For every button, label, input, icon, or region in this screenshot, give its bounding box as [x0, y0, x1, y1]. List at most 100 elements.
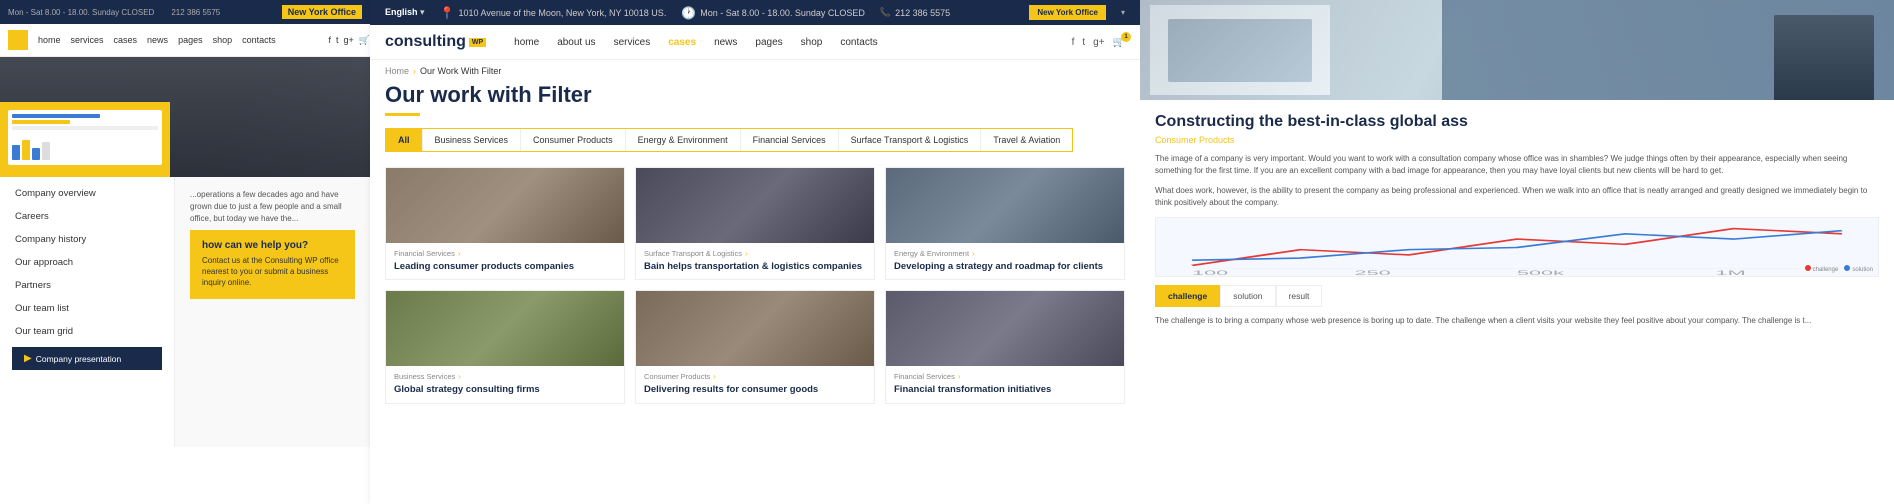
nav-contacts[interactable]: contacts	[840, 37, 877, 48]
svg-text:250: 250	[1355, 270, 1391, 276]
nav-cases[interactable]: cases	[668, 37, 696, 48]
left-sidebar: Company overview Careers Company history…	[0, 177, 370, 447]
sidebar-cta-label: Company presentation	[36, 354, 122, 364]
case-card-5[interactable]: Consumer Products › Delivering results f…	[635, 290, 875, 403]
left-schedule: Mon - Sat 8.00 - 18.00. Sunday CLOSED	[8, 8, 154, 17]
nav-services[interactable]: services	[614, 37, 651, 48]
social-twitter-icon[interactable]: t	[1082, 37, 1085, 48]
filter-business-services[interactable]: Business Services	[423, 129, 522, 151]
sidebar-item-company-history[interactable]: Company history	[0, 228, 174, 251]
case-category-text-4: Business Services	[394, 372, 455, 381]
left-twitter-icon[interactable]: t	[336, 35, 339, 46]
case-category-6: Financial Services ›	[894, 372, 1116, 381]
phone-info: 📞 212 386 5575	[880, 7, 950, 18]
schedule-info: 🕐 Mon - Sat 8.00 - 18.00. Sunday CLOSED	[681, 6, 865, 20]
left-office-button[interactable]: New York Office	[282, 5, 362, 19]
cart-button[interactable]: 🛒 1	[1113, 37, 1125, 48]
social-gplus-icon[interactable]: g+	[1093, 37, 1104, 48]
desk-element	[1168, 19, 1312, 82]
sidebar-item-team-grid[interactable]: Our team grid	[0, 320, 174, 343]
how-help-title: how can we help you?	[202, 240, 343, 251]
middle-panel: English ▾ 📍 1010 Avenue of the Moon, New…	[370, 0, 1140, 504]
breadcrumb-home[interactable]: Home	[385, 66, 409, 76]
filter-surface-transport[interactable]: Surface Transport & Logistics	[839, 129, 982, 151]
phone-number: 212 386 5575	[895, 8, 950, 18]
social-facebook-icon[interactable]: f	[1072, 37, 1075, 48]
chart-bar-2	[22, 140, 30, 160]
desk-scene	[1150, 5, 1330, 95]
sidebar-item-careers[interactable]: Careers	[0, 205, 174, 228]
left-phone: 212 386 5575	[171, 8, 220, 17]
case-category-text-5: Consumer Products	[644, 372, 710, 381]
case-category-2: Surface Transport & Logistics ›	[644, 249, 866, 258]
cases-grid: Financial Services › Leading consumer pr…	[385, 167, 1125, 404]
filter-all[interactable]: All	[386, 129, 423, 151]
tab-challenge[interactable]: challenge	[1155, 285, 1220, 307]
right-panel: Constructing the best-in-class global as…	[1140, 0, 1894, 504]
language-selector[interactable]: English ▾	[385, 7, 425, 18]
case-info-6: Financial Services › Financial transform…	[886, 366, 1124, 402]
case-arrow-icon-3: ›	[972, 249, 975, 258]
legend-solution: solution	[1844, 265, 1873, 273]
case-arrow-icon-1: ›	[458, 249, 461, 258]
case-image-5	[636, 291, 874, 366]
filter-financial-services[interactable]: Financial Services	[741, 129, 839, 151]
sidebar-item-partners[interactable]: Partners	[0, 274, 174, 297]
case-card-1[interactable]: Financial Services › Leading consumer pr…	[385, 167, 625, 280]
filter-travel-aviation[interactable]: Travel & Aviation	[981, 129, 1072, 151]
nav-news[interactable]: news	[714, 37, 737, 48]
left-cart-icon[interactable]: 🛒	[359, 35, 370, 46]
left-nav-shop[interactable]: shop	[213, 35, 233, 45]
left-nav-services[interactable]: services	[71, 35, 104, 45]
svg-text:500k: 500k	[1517, 270, 1564, 276]
case-card-6[interactable]: Financial Services › Financial transform…	[885, 290, 1125, 403]
breadcrumb-current: Our Work With Filter	[420, 66, 501, 76]
how-help-text: Contact us at the Consulting WP office n…	[202, 255, 343, 289]
schedule-text: Mon - Sat 8.00 - 18.00. Sunday CLOSED	[700, 8, 865, 18]
filter-consumer-products[interactable]: Consumer Products	[521, 129, 626, 151]
tab-solution[interactable]: solution	[1220, 285, 1275, 307]
left-topbar: Mon - Sat 8.00 - 18.00. Sunday CLOSED 21…	[0, 0, 370, 24]
left-nav-home[interactable]: home	[38, 35, 61, 45]
left-nav-cases[interactable]: cases	[114, 35, 138, 45]
right-subtitle: Consumer Products	[1155, 135, 1879, 145]
case-card-3[interactable]: Energy & Environment › Developing a stra…	[885, 167, 1125, 280]
breadcrumb: Home › Our Work With Filter	[370, 60, 1140, 82]
right-tab-content: The challenge is to bring a company whos…	[1155, 315, 1879, 327]
left-gplus-icon[interactable]: g+	[344, 35, 354, 46]
left-nav-contacts[interactable]: contacts	[242, 35, 276, 45]
sidebar-cta-presentation[interactable]: ▶ Company presentation	[12, 347, 162, 370]
nav-pages[interactable]: pages	[755, 37, 782, 48]
sidebar-item-company-overview[interactable]: Company overview	[0, 182, 174, 205]
office-button[interactable]: New York Office	[1029, 5, 1106, 20]
top-bar: English ▾ 📍 1010 Avenue of the Moon, New…	[370, 0, 1140, 25]
case-info-5: Consumer Products › Delivering results f…	[636, 366, 874, 402]
mock-bar-2	[12, 120, 70, 124]
presentation-icon: ▶	[24, 353, 32, 364]
case-card-4[interactable]: Business Services › Global strategy cons…	[385, 290, 625, 403]
case-arrow-icon-6: ›	[958, 372, 961, 381]
chart-svg: 100 250 500k 1M	[1156, 218, 1878, 276]
nav-shop[interactable]: shop	[801, 37, 823, 48]
left-nav-social: f t g+ 🛒	[328, 35, 370, 46]
left-nav-pages[interactable]: pages	[178, 35, 203, 45]
mock-bar-3	[12, 126, 158, 130]
cart-count-badge: 1	[1121, 32, 1131, 42]
sidebar-item-our-approach[interactable]: Our approach	[0, 251, 174, 274]
left-body-text: ...operations a few decades ago and have…	[175, 177, 370, 447]
person-silhouette	[1774, 15, 1874, 100]
filter-energy-environment[interactable]: Energy & Environment	[626, 129, 741, 151]
sidebar-item-team-list[interactable]: Our team list	[0, 297, 174, 320]
tab-result[interactable]: result	[1276, 285, 1323, 307]
left-hero	[0, 57, 370, 177]
left-facebook-icon[interactable]: f	[328, 35, 331, 46]
page-title: Our work with Filter	[385, 82, 1125, 108]
case-category-3: Energy & Environment ›	[894, 249, 1116, 258]
case-category-1: Financial Services ›	[394, 249, 616, 258]
dropdown-arrow-icon: ▾	[1121, 8, 1125, 17]
nav-home[interactable]: home	[514, 37, 539, 48]
right-tabs: challenge solution result	[1155, 285, 1879, 307]
case-card-2[interactable]: Surface Transport & Logistics › Bain hel…	[635, 167, 875, 280]
nav-about[interactable]: about us	[557, 37, 595, 48]
left-nav-news[interactable]: news	[147, 35, 168, 45]
